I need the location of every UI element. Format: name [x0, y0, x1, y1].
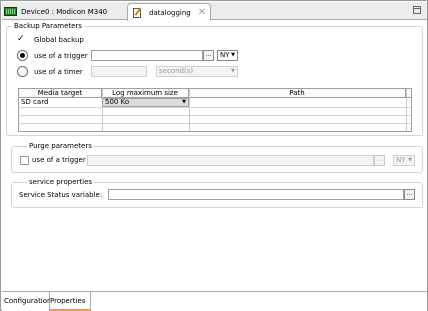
chevron-down-icon: ▼: [182, 99, 186, 105]
use-timer-label: use of a timer: [34, 68, 83, 76]
purge-browse-button[interactable]: ...: [374, 155, 385, 166]
trigger-type-value: NY: [220, 51, 230, 59]
trigger-variable-input[interactable]: [91, 50, 203, 61]
purge-trigger-type-select[interactable]: NY ▼: [393, 155, 415, 166]
backup-parameters-title: Backup Parameters: [12, 22, 84, 31]
tab-datalogging[interactable]: datalogging ✕: [127, 3, 211, 21]
bottom-tab-strip: Configuration Properties: [2, 291, 427, 311]
trigger-browse-button[interactable]: ...: [203, 50, 214, 61]
purge-trigger-checkbox[interactable]: [20, 156, 29, 165]
timer-unit-select[interactable]: second(s) ▼: [156, 66, 238, 77]
row-divider: [19, 115, 411, 116]
media-table: Media target Log maximum size Path SD ca…: [18, 88, 412, 132]
use-trigger-radio[interactable]: [17, 50, 28, 61]
service-status-input[interactable]: [108, 189, 404, 200]
column-divider: [189, 89, 190, 131]
column-header-media: Media target: [19, 89, 102, 98]
tab-properties[interactable]: Properties: [50, 292, 91, 311]
tab-device-label: Device0 : Modicon M340: [21, 7, 108, 16]
service-properties-title: service properties: [27, 178, 95, 187]
purge-trigger-type-value: NY: [396, 156, 406, 164]
timer-unit-value: second(s): [159, 67, 194, 75]
cell-path[interactable]: [189, 98, 406, 107]
edit-document-icon: [133, 7, 141, 18]
check-icon: ✓: [17, 34, 25, 44]
maximize-icon[interactable]: [413, 6, 421, 14]
tab-device[interactable]: Device0 : Modicon M340: [4, 3, 124, 20]
size-select[interactable]: 500 Ko ▼: [102, 98, 189, 107]
tab-configuration[interactable]: Configuration: [4, 292, 51, 311]
cell-media[interactable]: SD card: [19, 98, 102, 107]
editor-window: Device0 : Modicon M340 datalogging ✕ Bac…: [0, 0, 428, 311]
timer-value-input[interactable]: [91, 66, 147, 77]
column-divider: [102, 89, 103, 131]
global-backup-label: Global backup: [34, 36, 84, 44]
column-header-size: Log maximum size: [102, 89, 189, 98]
tab-datalogging-label: datalogging: [149, 8, 191, 17]
use-timer-radio[interactable]: [17, 66, 28, 77]
trigger-type-select[interactable]: NY ▼: [217, 50, 238, 61]
column-divider: [406, 89, 407, 131]
chevron-down-icon: ▼: [231, 68, 235, 74]
row-divider: [19, 107, 411, 108]
purge-trigger-label: use of a trigger: [32, 156, 86, 164]
plc-device-icon: [4, 7, 17, 16]
service-status-label: Service Status variable:: [19, 191, 103, 199]
cell-size-value: 500 Ko: [105, 98, 130, 106]
use-trigger-label: use of a trigger: [34, 52, 88, 60]
row-divider: [19, 123, 411, 124]
global-backup-checkbox[interactable]: ✓: [17, 35, 26, 44]
service-status-browse-button[interactable]: ...: [404, 189, 415, 200]
purge-trigger-input[interactable]: [87, 155, 374, 166]
purge-parameters-title: Purge parameters: [27, 142, 94, 151]
tab-strip: Device0 : Modicon M340 datalogging ✕: [2, 2, 427, 21]
close-icon[interactable]: ✕: [198, 7, 206, 18]
table-header: Media target Log maximum size Path: [19, 89, 411, 98]
chevron-down-icon: ▼: [231, 52, 235, 58]
column-header-path: Path: [189, 89, 406, 98]
chevron-down-icon: ▼: [408, 157, 412, 163]
